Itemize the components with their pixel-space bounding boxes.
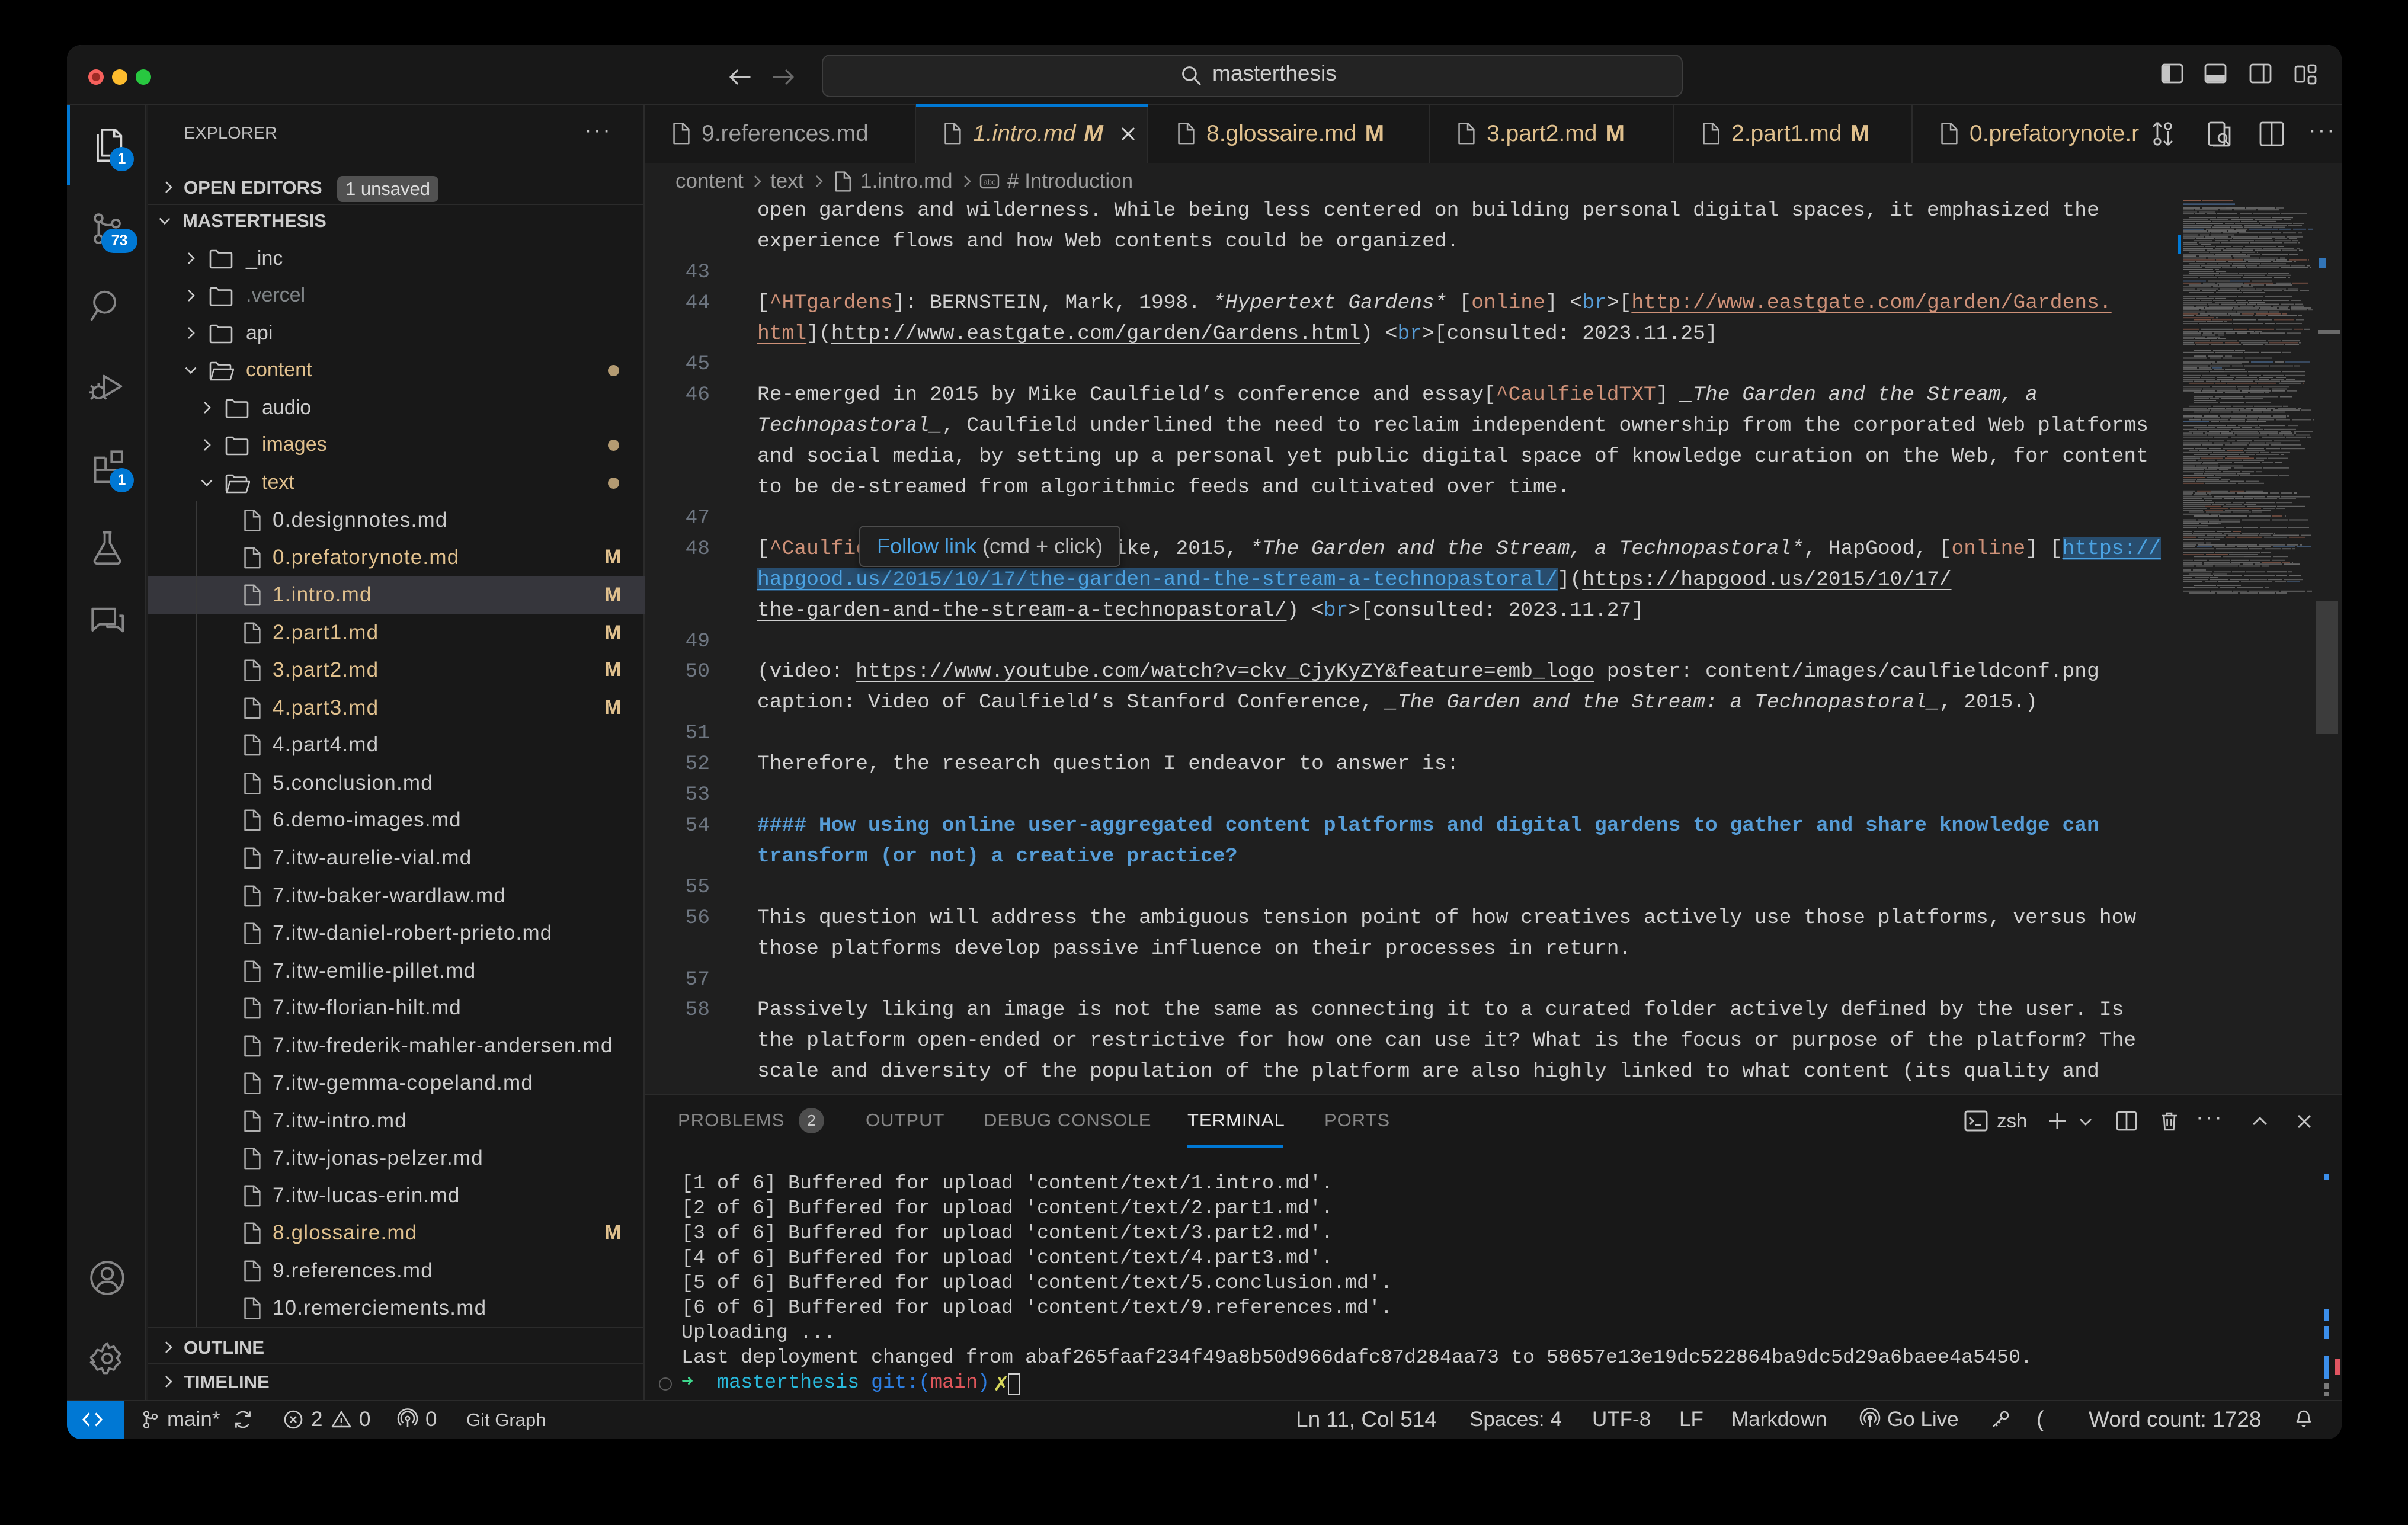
svg-text:abc: abc xyxy=(984,178,996,187)
